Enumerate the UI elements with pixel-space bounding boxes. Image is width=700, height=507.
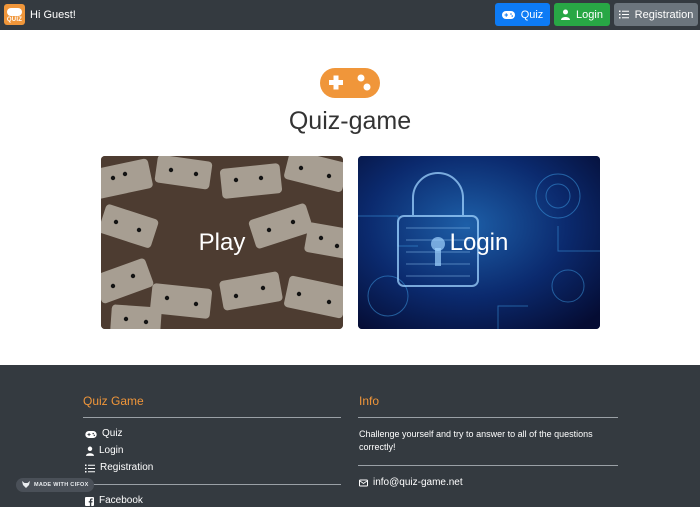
footer-email-label: info@quiz-game.net [373,477,463,488]
made-with-badge[interactable]: MADE WITH CIFOX [16,478,94,492]
nav-quiz-button[interactable]: Quiz [495,3,550,26]
footer-link-quiz[interactable]: Quiz [85,428,123,440]
footer-divider [358,465,618,466]
logo-gamepad-shape [7,8,22,16]
login-card-label: Login [449,228,509,256]
user-icon [561,9,571,20]
facebook-icon [85,496,94,506]
list-icon [85,464,95,473]
page-title: Quiz-game [288,107,412,135]
footer-link-quiz-label: Quiz [102,428,123,439]
fox-icon [22,480,30,490]
gamepad-icon [85,430,97,438]
gamepad-icon [320,68,380,98]
nav-quiz-label: Quiz [520,8,544,21]
play-card-label: Play [198,228,246,256]
nav-registration-label: Registration [634,8,694,21]
nav-login-button[interactable]: Login [554,3,610,26]
footer-link-login[interactable]: Login [86,445,123,457]
greeting-text: Hi Guest! [30,9,76,21]
footer-divider [83,417,341,418]
footer-link-facebook-label: Facebook [99,495,143,506]
login-card[interactable]: Login [358,156,600,329]
quiz-logo[interactable]: QUIZ [4,4,25,25]
footer-info-heading: Info [359,394,380,408]
footer-email-link[interactable]: info@quiz-game.net [359,477,463,489]
footer-divider [83,484,341,485]
footer-link-registration[interactable]: Registration [85,462,153,474]
envelope-icon [359,479,368,487]
footer-link-login-label: Login [99,445,124,456]
top-navbar: QUIZ Hi Guest! Quiz Login Registration [0,0,700,30]
logo-text: QUIZ [6,17,23,23]
made-with-badge-text: MADE WITH CIFOX [34,482,89,488]
footer: Quiz Game Quiz Login Registration Facebo… [0,365,700,507]
list-icon [618,10,629,19]
footer-quiz-game-heading: Quiz Game [83,394,144,408]
footer-divider [358,417,618,418]
nav-login-label: Login [576,8,603,21]
user-icon [86,446,94,456]
footer-info-text: Challenge yourself and try to answer to … [359,429,593,452]
play-card[interactable]: Play [101,156,343,329]
footer-link-facebook[interactable]: Facebook [85,495,143,507]
nav-registration-button[interactable]: Registration [614,3,698,26]
gamepad-icon [501,10,515,19]
footer-link-registration-label: Registration [100,462,154,473]
